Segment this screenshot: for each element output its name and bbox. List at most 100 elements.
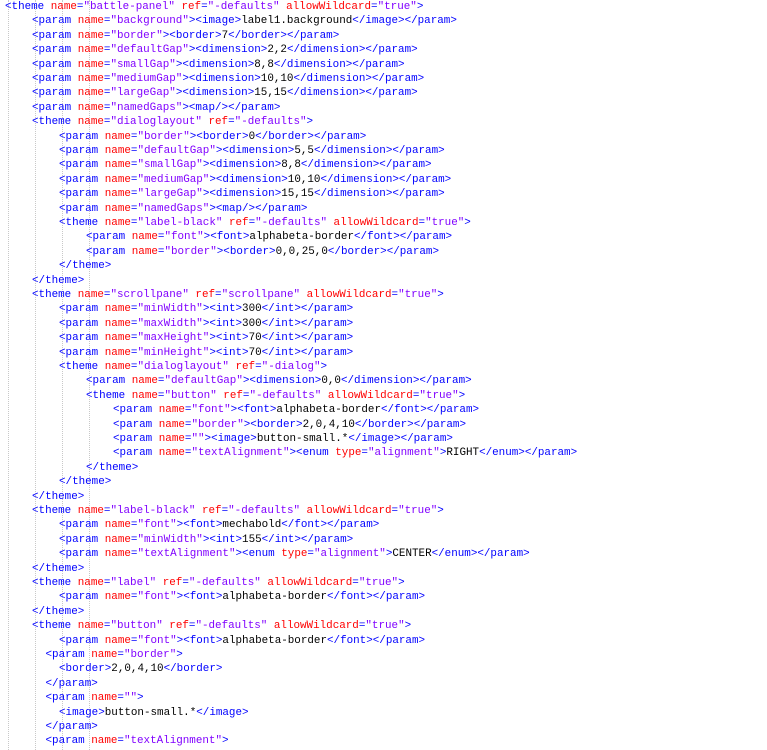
text-token: 70 (248, 346, 262, 359)
tag-token: </image></param> (352, 15, 457, 28)
tag-token: </dimension></param> (300, 159, 432, 172)
tag-token: <theme (32, 116, 78, 129)
code-line: <param name="defaultGap"><dimension>5,5<… (59, 144, 445, 158)
attr-name-token: name (104, 346, 131, 359)
text-token: 8,8 (254, 58, 274, 71)
tag-token: </font></param> (327, 634, 426, 647)
attr-name-token: name (104, 159, 131, 172)
tag-token: <theme (59, 361, 105, 373)
code-line: <param name="namedGaps"><map/></param> (59, 202, 307, 216)
tag-token: <param (59, 519, 105, 532)
attr-value-token: "true" (425, 217, 465, 229)
tag-token: </int></param> (261, 346, 354, 359)
tag-token: </theme> (59, 476, 112, 489)
tag-token: </dimension></param> (273, 58, 405, 71)
attr-name-token: ref (174, 1, 202, 13)
tag-token: > (437, 289, 444, 301)
attr-name-token: name (104, 361, 131, 373)
tag-token: </param> (45, 677, 98, 690)
attr-value-token: "largeGap" (110, 87, 176, 100)
code-line: <param name="textAlignment"><enum type="… (59, 547, 530, 561)
tag-token: > (306, 116, 314, 129)
tag-token: <border> (59, 663, 112, 676)
attr-value-token: "true" (419, 389, 459, 402)
attr-value-token: "font" (137, 591, 177, 604)
tag-token: </dimension></param> (286, 44, 418, 57)
attr-value-token: "textAlignment" (191, 447, 290, 460)
attr-value-token: "true" (398, 505, 438, 517)
attr-name-token: name (158, 433, 185, 445)
xml-editor[interactable]: <theme name="battle-panel" ref="-default… (0, 0, 767, 750)
attr-name-token: name (104, 317, 131, 330)
tag-token: <param (59, 130, 105, 143)
code-line: <theme name="battle-panel" ref="-default… (5, 0, 423, 14)
text-token: 2,2 (267, 44, 287, 57)
tag-token: </int></param> (261, 533, 354, 546)
attr-name-token: name (131, 245, 158, 258)
attr-name-token: allowWildcard (300, 289, 392, 301)
code-line: <theme name="scrollpane" ref="scrollpane… (32, 288, 444, 302)
attr-value-token: "label-black" (137, 217, 223, 229)
attr-name-token: ref (188, 289, 216, 301)
code-line: <param name="background"><image>label1.b… (32, 14, 457, 28)
attr-value-token: "font" (164, 231, 204, 244)
attr-value-token: "label-black" (110, 505, 196, 517)
attr-name-token: allowWildcard (279, 1, 372, 13)
text-token: 10,10 (287, 173, 321, 186)
code-line: </theme> (86, 461, 138, 475)
tag-token: <param (113, 447, 159, 460)
tag-token: </image></param> (348, 433, 453, 445)
tag-token: </dimension></param> (313, 188, 445, 201)
attr-value-token: "border" (123, 649, 177, 661)
tag-token: </image> (196, 706, 249, 719)
tag-token: <param (45, 649, 92, 661)
code-line: </theme> (32, 562, 84, 576)
tag-token: <theme (32, 620, 78, 633)
code-line: <param name="border"> (46, 648, 183, 662)
text-token: 155 (242, 533, 262, 546)
tag-token: <param (59, 533, 105, 546)
attr-value-token: "minWidth" (137, 303, 203, 316)
tag-token: <param (32, 44, 78, 57)
attr-value-token: "border" (137, 130, 190, 143)
tag-token: ><border> (189, 130, 249, 143)
text-token: CENTER (392, 548, 432, 561)
tag-token: <theme (32, 577, 78, 589)
tag-token: ><image> (188, 15, 242, 28)
tag-token: > (398, 577, 405, 589)
attr-value-token: "-defaults" (195, 620, 268, 633)
tag-token: <param (32, 58, 78, 71)
tag-token: > (464, 217, 471, 229)
attr-value-token: "smallGap" (110, 58, 176, 71)
attr-name-token: name (158, 447, 185, 460)
attr-value-token: "defaultGap" (137, 145, 216, 157)
attr-value-token: "border" (191, 418, 244, 431)
attr-value-token: "-defaults" (188, 577, 261, 589)
tag-token: ><map/></param> (209, 202, 308, 215)
attr-value-token: "maxHeight" (137, 332, 210, 345)
tag-token: <param (32, 101, 78, 114)
text-token: label1.background (241, 15, 353, 28)
attr-value-token: "-defaults" (228, 505, 301, 517)
code-line: <param name="border"><border>0,0,25,0</b… (86, 245, 439, 259)
attr-value-token: "minWidth" (137, 533, 203, 546)
attr-name-token: ref (195, 505, 222, 517)
tag-token: ><font> (176, 519, 223, 532)
attr-name-token: type (335, 447, 362, 460)
tag-token: </param> (45, 721, 98, 733)
code-line: <theme name="label-black" ref="-defaults… (59, 216, 471, 230)
code-line: <param name="font"><font>alphabeta-borde… (59, 590, 425, 604)
tag-token: </border> (163, 663, 223, 676)
tag-token: ><dimension> (202, 188, 282, 201)
attr-value-token: "maxWidth" (137, 317, 203, 330)
tag-token: ><int> (202, 303, 243, 316)
tag-token: <param (59, 346, 105, 359)
code-line: <param name=""><image>button-small.*</im… (113, 432, 453, 446)
tag-token: <param (86, 375, 132, 388)
tag-token: ><enum (289, 447, 336, 460)
text-token: 0,0 (321, 375, 341, 388)
code-line: <theme name="button" ref="-defaults" all… (86, 389, 465, 403)
text-token: 15,15 (281, 188, 314, 201)
attr-name-token: name (77, 289, 104, 301)
code-line: </theme> (32, 274, 84, 288)
